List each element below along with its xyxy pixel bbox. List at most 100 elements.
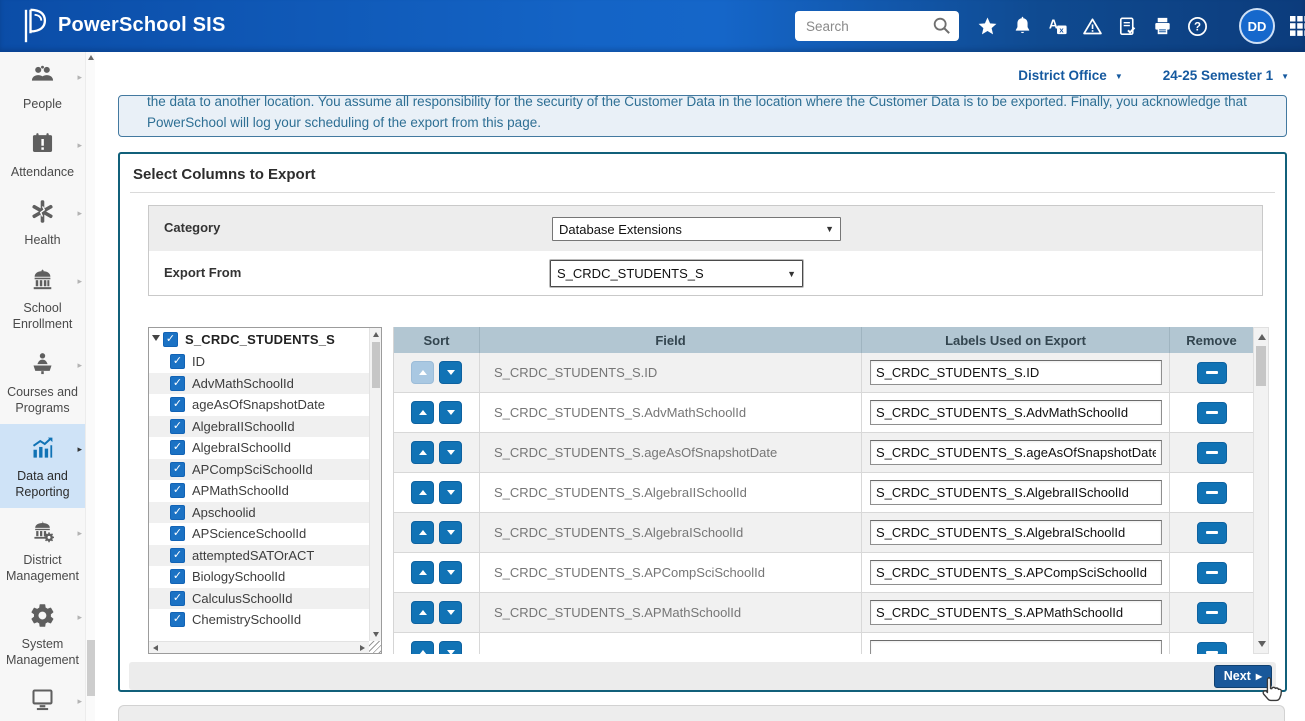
tree-item[interactable]: ✓AlgebraIISchoolId bbox=[149, 416, 369, 438]
app-switcher-grid-icon[interactable] bbox=[1288, 14, 1305, 38]
checkbox-checked-icon[interactable]: ✓ bbox=[170, 483, 185, 498]
checkbox-checked-icon[interactable]: ✓ bbox=[170, 354, 185, 369]
checkbox-checked-icon[interactable]: ✓ bbox=[170, 397, 185, 412]
checkbox-checked-icon[interactable]: ✓ bbox=[163, 332, 178, 347]
sort-down-button[interactable] bbox=[439, 361, 462, 384]
remove-row-button[interactable] bbox=[1197, 642, 1227, 655]
sidebar-item-school-enrollment[interactable]: School Enrollment ▸ bbox=[0, 256, 85, 340]
sort-down-button[interactable] bbox=[439, 601, 462, 624]
sort-up-button[interactable] bbox=[411, 481, 434, 504]
tree-item[interactable]: ✓CalculusSchoolId bbox=[149, 588, 369, 610]
search-icon[interactable] bbox=[931, 15, 953, 37]
checkbox-checked-icon[interactable]: ✓ bbox=[170, 462, 185, 477]
favorites-star-icon[interactable] bbox=[976, 15, 999, 38]
sort-up-button[interactable] bbox=[411, 401, 434, 424]
checkbox-checked-icon[interactable]: ✓ bbox=[170, 440, 185, 455]
export-label-input[interactable] bbox=[870, 640, 1162, 654]
remove-row-button[interactable] bbox=[1197, 482, 1227, 504]
tree-item[interactable]: ✓attemptedSATOrACT bbox=[149, 545, 369, 567]
tree-vertical-scrollbar[interactable] bbox=[369, 328, 381, 641]
scroll-up-arrow-icon[interactable] bbox=[1258, 334, 1266, 340]
print-icon[interactable] bbox=[1151, 15, 1174, 38]
sort-up-button[interactable] bbox=[411, 641, 434, 654]
checkbox-checked-icon[interactable]: ✓ bbox=[170, 548, 185, 563]
tree-item[interactable]: ✓ID bbox=[149, 351, 369, 373]
tree-root-row[interactable]: ✓ S_CRDC_STUDENTS_S bbox=[149, 328, 369, 351]
tree-item[interactable]: ✓APMathSchoolId bbox=[149, 480, 369, 502]
export-label-input[interactable] bbox=[870, 400, 1162, 425]
search-input[interactable] bbox=[795, 11, 929, 41]
sidebar-item-partial[interactable]: ▸ bbox=[0, 676, 85, 721]
checkbox-checked-icon[interactable]: ✓ bbox=[170, 419, 185, 434]
sidebar-scrollbar[interactable] bbox=[85, 52, 95, 721]
collapse-caret-icon[interactable] bbox=[152, 335, 160, 341]
scroll-left-arrow-icon[interactable] bbox=[153, 645, 158, 651]
export-label-input[interactable] bbox=[870, 440, 1162, 465]
remove-row-button[interactable] bbox=[1197, 442, 1227, 464]
tree-item[interactable]: ✓APCompSciSchoolId bbox=[149, 459, 369, 481]
sort-up-button[interactable] bbox=[411, 441, 434, 464]
tree-item[interactable]: ✓AdvMathSchoolId bbox=[149, 373, 369, 395]
resize-grip-icon[interactable] bbox=[369, 641, 381, 653]
tree-item[interactable]: ✓ageAsOfSnapshotDate bbox=[149, 394, 369, 416]
remove-row-button[interactable] bbox=[1197, 522, 1227, 544]
sidebar-item-system-management[interactable]: System Management ▸ bbox=[0, 592, 85, 676]
checkbox-checked-icon[interactable]: ✓ bbox=[170, 591, 185, 606]
checkbox-checked-icon[interactable]: ✓ bbox=[170, 505, 185, 520]
sidebar-item-district-management[interactable]: District Management ▸ bbox=[0, 508, 85, 592]
sort-up-button[interactable] bbox=[411, 361, 434, 384]
tree-item[interactable]: ✓ChemistrySchoolId bbox=[149, 609, 369, 631]
export-label-input[interactable] bbox=[870, 600, 1162, 625]
sort-down-button[interactable] bbox=[439, 641, 462, 654]
term-selector[interactable]: 24-25 Semester 1 ▼ bbox=[1163, 68, 1289, 83]
sidebar-item-health[interactable]: Health ▸ bbox=[0, 188, 85, 256]
scroll-up-arrow-icon[interactable] bbox=[373, 332, 379, 337]
tree-item[interactable]: ✓Apschoolid bbox=[149, 502, 369, 524]
remove-row-button[interactable] bbox=[1197, 402, 1227, 424]
export-label-input[interactable] bbox=[870, 360, 1162, 385]
tasks-check-icon[interactable] bbox=[1116, 15, 1139, 38]
school-selector[interactable]: District Office ▼ bbox=[1018, 68, 1122, 83]
scrollbar-thumb[interactable] bbox=[87, 640, 95, 696]
tree-horizontal-scrollbar[interactable] bbox=[149, 641, 369, 653]
scrollbar-thumb[interactable] bbox=[1256, 346, 1266, 386]
user-avatar[interactable]: DD bbox=[1239, 8, 1275, 44]
checkbox-checked-icon[interactable]: ✓ bbox=[170, 526, 185, 541]
global-search[interactable] bbox=[795, 11, 959, 41]
sort-down-button[interactable] bbox=[439, 561, 462, 584]
remove-row-button[interactable] bbox=[1197, 362, 1227, 384]
scroll-down-arrow-icon[interactable] bbox=[373, 632, 379, 637]
next-button[interactable]: Next ▶ bbox=[1214, 665, 1272, 688]
sort-up-button[interactable] bbox=[411, 601, 434, 624]
export-label-input[interactable] bbox=[870, 520, 1162, 545]
sort-down-button[interactable] bbox=[439, 521, 462, 544]
scrollbar-thumb[interactable] bbox=[372, 342, 380, 388]
checkbox-checked-icon[interactable]: ✓ bbox=[170, 612, 185, 627]
tree-item[interactable]: ✓APScienceSchoolId bbox=[149, 523, 369, 545]
sort-down-button[interactable] bbox=[439, 481, 462, 504]
sort-up-button[interactable] bbox=[411, 521, 434, 544]
tree-item[interactable]: ✓BiologySchoolId bbox=[149, 566, 369, 588]
alerts-warning-icon[interactable] bbox=[1081, 15, 1104, 38]
scroll-up-arrow-icon[interactable] bbox=[88, 55, 94, 60]
sidebar-item-people[interactable]: People ▸ bbox=[0, 52, 85, 120]
sidebar-item-data-and-reporting[interactable]: Data and Reporting ▸ bbox=[0, 424, 85, 508]
sort-down-button[interactable] bbox=[439, 441, 462, 464]
remove-row-button[interactable] bbox=[1197, 562, 1227, 584]
notifications-bell-icon[interactable] bbox=[1011, 15, 1034, 38]
export-label-input[interactable] bbox=[870, 480, 1162, 505]
sort-up-button[interactable] bbox=[411, 561, 434, 584]
export-from-select[interactable]: S_CRDC_STUDENTS_S bbox=[550, 260, 803, 287]
sidebar-item-courses-and-programs[interactable]: Courses and Programs ▸ bbox=[0, 340, 85, 424]
category-select[interactable]: Database Extensions bbox=[552, 217, 841, 241]
remove-row-button[interactable] bbox=[1197, 602, 1227, 624]
tree-item[interactable]: ✓AlgebraISchoolId bbox=[149, 437, 369, 459]
table-vertical-scrollbar[interactable] bbox=[1253, 327, 1269, 654]
translate-icon[interactable]: A x bbox=[1046, 15, 1069, 38]
scroll-right-arrow-icon[interactable] bbox=[360, 645, 365, 651]
sidebar-item-attendance[interactable]: Attendance ▸ bbox=[0, 120, 85, 188]
help-icon[interactable]: ? bbox=[1186, 15, 1209, 38]
export-label-input[interactable] bbox=[870, 560, 1162, 585]
checkbox-checked-icon[interactable]: ✓ bbox=[170, 376, 185, 391]
checkbox-checked-icon[interactable]: ✓ bbox=[170, 569, 185, 584]
